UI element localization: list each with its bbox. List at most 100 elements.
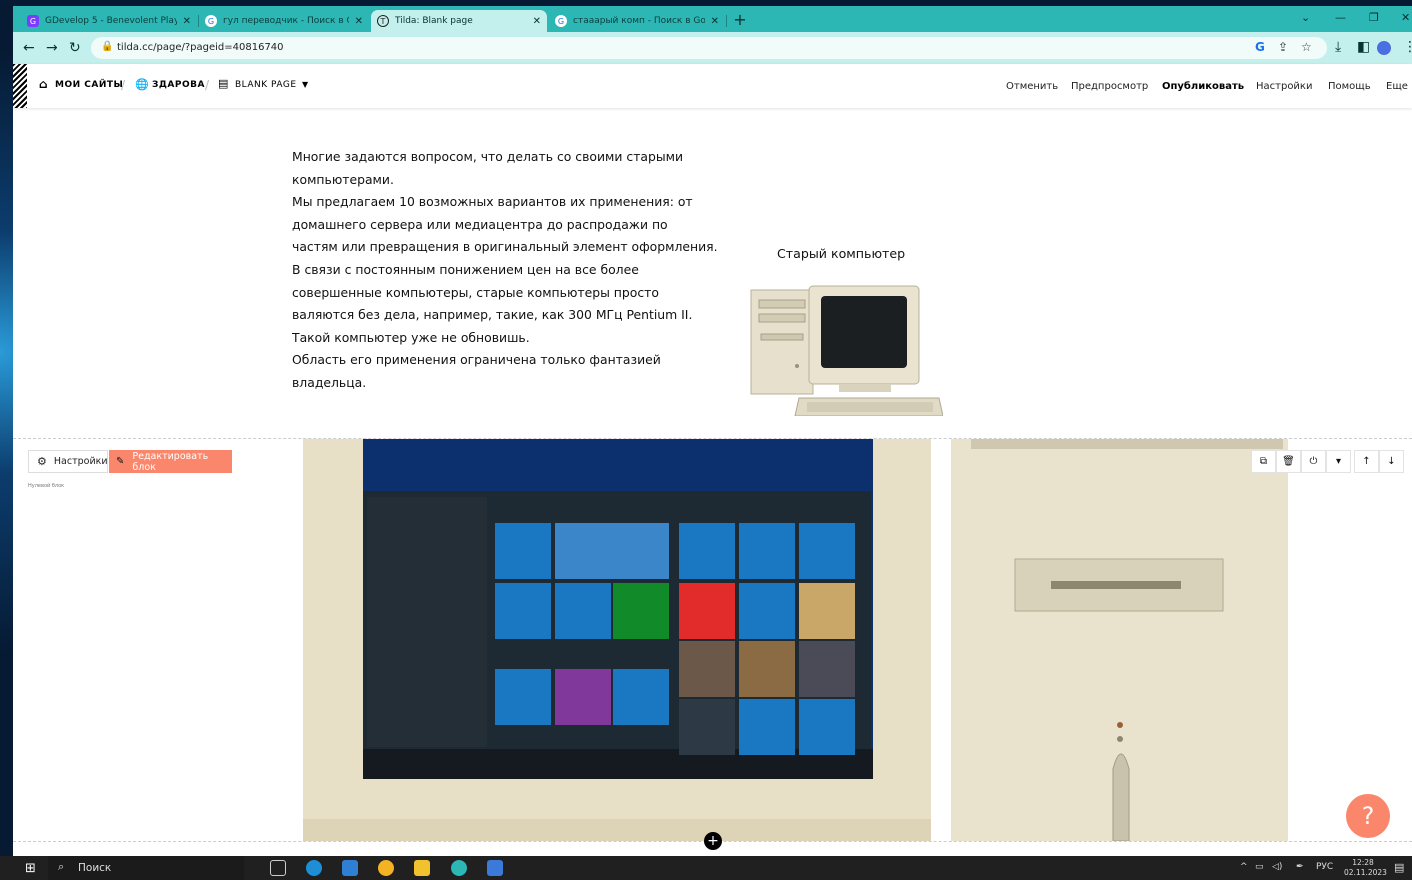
help-button[interactable]: ? [1346,794,1390,838]
tab-title: GDevelop 5 - Benevolent Playg... [45,16,177,26]
lock-icon[interactable]: 🔒 [101,41,113,52]
bookmark-star-icon[interactable]: ☆ [1301,40,1312,54]
edge-icon[interactable] [306,860,322,876]
clock-date: 02.11.2023 [1344,868,1387,877]
close-icon[interactable]: ✕ [355,16,363,27]
tab-search-icon[interactable]: ⌄ [1301,11,1310,24]
text-line: совершенные компьютеры, старые компьютер… [292,284,659,300]
power-icon[interactable]: ⏻ [1301,450,1326,473]
side-panel-icon[interactable]: ◧ [1357,39,1370,55]
text-line: Многие задаются вопросом, что делать со … [292,149,684,164]
volume-icon[interactable]: ◁) [1272,862,1282,872]
breadcrumb-separator: / [121,78,126,92]
tray-chevron-icon[interactable]: ^ [1240,862,1248,872]
breadcrumb-my-sites[interactable]: МОИ САЙТЫ [55,80,123,90]
task-view-icon[interactable] [270,860,286,876]
windows-taskbar: ⊞ ⌕ Поиск ^ ▭ ◁) ✒ РУС 12:28 02.11.2023 … [0,856,1412,880]
zero-block-type-label: Нулевой блок [28,483,65,489]
browser-window: G GDevelop 5 - Benevolent Playg... ✕ G г… [13,6,1412,856]
file-explorer-icon[interactable] [414,860,430,876]
tab-divider [726,15,727,27]
block-settings-button[interactable]: ⚙ Настройки [28,450,108,473]
gear-icon: ⚙ [37,455,47,468]
text-line: компьютерами. [292,171,394,187]
chrome-icon[interactable] [378,860,394,876]
pencil-icon: ✎ [116,456,125,467]
system-clock[interactable]: 12:28 02.11.2023 [1344,858,1387,878]
search-icon: ⌕ [58,860,65,873]
new-tab-button[interactable]: + [731,11,749,29]
tab-google-translate-search[interactable]: G гул переводчик - Поиск в Goo... ✕ [199,10,369,32]
google-icon: G [555,15,567,27]
help-link[interactable]: Помощь [1328,81,1371,92]
close-icon[interactable]: ✕ [711,16,719,27]
text-line: Мы предлагаем 10 возможных вариантов их … [292,194,693,210]
pen-icon[interactable]: ✒ [1296,862,1304,872]
text-line: валяются без дела, например, такие, как … [292,307,693,323]
page-content: Многие задаются вопросом, что делать со … [13,108,1412,856]
tab-title: гул переводчик - Поиск в Goo... [223,16,349,26]
home-icon: ⌂ [39,77,49,91]
add-block-button[interactable]: + [704,832,722,850]
edit-block-button[interactable]: ✎ Редактировать блок [109,450,232,473]
browser-menu-icon[interactable]: ⋮ [1403,39,1412,55]
publish-link[interactable]: Опубликовать [1162,81,1244,92]
preview-link[interactable]: Предпросмотр [1071,81,1148,92]
settings-link[interactable]: Настройки [1256,81,1312,92]
text-line: домашнего сервера или медиацентра до рас… [292,216,668,232]
chrome-profile-icon[interactable] [451,860,467,876]
duplicate-icon[interactable]: ⧉ [1251,450,1276,473]
arrow-up-icon[interactable]: ↑ [1354,450,1379,473]
close-icon[interactable]: ✕ [183,16,191,27]
network-icon[interactable]: ▭ [1255,862,1264,872]
language-indicator[interactable]: РУС [1316,862,1333,872]
text-line: владельца. [292,374,367,390]
tilda-logo-stripe[interactable] [13,64,27,108]
taskbar-search[interactable]: ⌕ Поиск [48,856,244,880]
undo-link[interactable]: Отменить [1006,81,1058,92]
trash-icon[interactable]: 🗑 [1276,450,1301,473]
clock-time: 12:28 [1352,858,1374,867]
share-icon[interactable]: ⇪ [1278,40,1288,54]
reload-icon[interactable]: ↻ [69,40,81,56]
gdevelop-icon: G [27,15,39,27]
tab-tilda-blank-page[interactable]: T Tilda: Blank page ✕ [371,10,547,32]
page-icon: ▤ [218,77,229,90]
edit-block-label: Редактировать блок [132,450,209,473]
breadcrumb-page[interactable]: BLANK PAGE [235,80,297,90]
text-paragraph[interactable]: Многие задаются вопросом, что делать со … [292,146,718,395]
address-toolbar: ← → ↻ 🔒 tilda.cc/page/?pageid=40816740 G… [13,32,1412,64]
forward-icon[interactable]: → [46,40,58,56]
tab-old-computer-search[interactable]: G стааарый комп - Поиск в Goo... ✕ [549,10,725,32]
store-icon[interactable] [487,860,503,876]
chevron-down-icon[interactable]: ▾ [1326,450,1351,473]
profile-avatar-icon[interactable] [1377,41,1391,55]
more-link[interactable]: Еще [1386,81,1408,92]
google-translate-icon[interactable]: G [1255,40,1265,54]
restore-icon[interactable]: ❐ [1369,11,1379,24]
text-line: частям или превращения в оригинальный эл… [292,239,718,255]
url-text[interactable]: tilda.cc/page/?pageid=40816740 [117,42,284,53]
notification-icon[interactable]: ▤ [1394,861,1404,874]
breadcrumb-project[interactable]: ЗДАРОВА [152,80,205,90]
windows-start-icon[interactable]: ⊞ [25,861,36,876]
text-line: Область его применения ограничена только… [292,352,661,368]
zero-block[interactable]: ⚙ Настройки ✎ Редактировать блок Нулевой… [13,439,1412,841]
close-window-icon[interactable]: ✕ [1401,11,1410,24]
tab-gdevelop[interactable]: G GDevelop 5 - Benevolent Playg... ✕ [21,10,197,32]
arrow-down-icon[interactable]: ↓ [1379,450,1404,473]
old-computer-image [750,285,943,416]
computer-closeup-image [303,439,1288,841]
block-settings-label: Настройки [53,456,108,467]
google-icon: G [205,15,217,27]
minimize-icon[interactable]: — [1335,11,1346,24]
tilda-header: ⌂ МОИ САЙТЫ / 🌐 ЗДАРОВА / ▤ BLANK PAGE ▼… [13,64,1412,108]
back-icon[interactable]: ← [23,40,35,56]
breadcrumb-separator: / [205,78,210,92]
close-icon[interactable]: ✕ [533,16,541,27]
download-icon[interactable]: ⤓ [1335,39,1341,55]
tab-title: стааарый комп - Поиск в Goo... [573,16,705,26]
chevron-down-icon[interactable]: ▼ [302,80,309,89]
mail-icon[interactable] [342,860,358,876]
address-bar[interactable]: 🔒 tilda.cc/page/?pageid=40816740 G ⇪ ☆ [91,37,1327,59]
